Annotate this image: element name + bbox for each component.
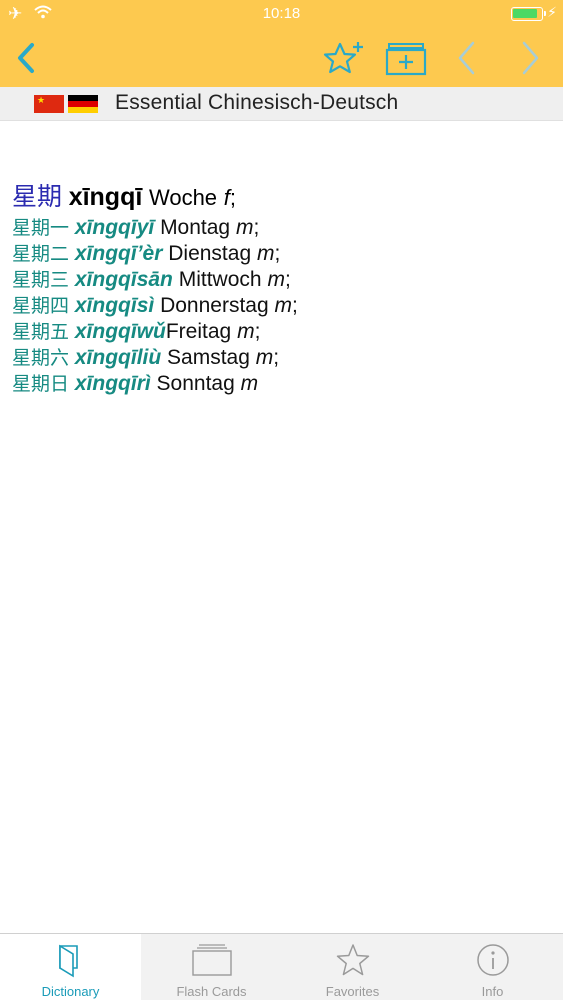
tab-flash-cards[interactable]: Flash Cards xyxy=(141,934,282,1000)
headword-pinyin: xīngqī xyxy=(68,183,143,211)
compound-pinyin: xīngqīyī xyxy=(74,216,155,239)
compound-punct: ; xyxy=(253,216,260,239)
compound-translation: Montag xyxy=(160,216,231,239)
headword-line: 星期 xīngqī Woche f; xyxy=(12,180,552,215)
compound-translation: Sonntag xyxy=(156,372,235,395)
compound-hanzi: 星期三 xyxy=(12,269,70,291)
compound-hanzi: 星期日 xyxy=(12,373,70,395)
compound-list: 星期一 xīngqīyī Montag m; 星期二 xīngqī’èr Die… xyxy=(12,215,552,397)
compound-punct: ; xyxy=(291,294,298,317)
compound-gender: m xyxy=(255,346,274,369)
add-flashcard-button[interactable] xyxy=(382,36,430,80)
compound-hanzi: 星期四 xyxy=(12,295,70,317)
compound-punct: ; xyxy=(273,346,280,369)
tab-bar: Dictionary Flash Cards Favorites Info xyxy=(0,933,563,1000)
compound-punct: ; xyxy=(274,242,281,265)
chevron-left-icon xyxy=(458,41,475,75)
cards-icon xyxy=(191,944,232,976)
dictionary-title: Essential Chinesisch-Deutsch xyxy=(115,91,399,114)
tab-label: Info xyxy=(481,984,504,999)
compound-gender: m xyxy=(240,372,259,395)
compound-entry: 星期日 xīngqīrì Sonntag m xyxy=(12,371,552,397)
tab-label: Dictionary xyxy=(41,984,100,999)
chevron-left-icon xyxy=(18,43,34,73)
compound-pinyin: xīngqī’èr xyxy=(74,242,163,265)
chevron-right-icon xyxy=(522,41,539,75)
compound-entry: 星期四 xīngqīsì Donnerstag m; xyxy=(12,293,552,319)
star-icon xyxy=(336,944,369,976)
compound-gender: m xyxy=(237,320,255,343)
compound-gender: m xyxy=(267,268,285,291)
compound-punct: ; xyxy=(284,268,291,291)
compound-entry: 星期五 xīngqīwǔFreitag m; xyxy=(12,319,552,345)
compound-pinyin: xīngqīsì xyxy=(74,294,155,317)
compound-translation: Dienstag xyxy=(168,242,252,265)
tab-dictionary[interactable]: Dictionary xyxy=(0,934,141,1000)
headword-hanzi: 星期 xyxy=(12,183,63,211)
compound-punct: ; xyxy=(254,320,261,343)
compound-pinyin: xīngqīliù xyxy=(74,346,162,369)
info-icon xyxy=(476,944,509,976)
compound-gender: m xyxy=(235,216,254,239)
compound-hanzi: 星期一 xyxy=(12,217,70,239)
status-bar: ✈ 10:18 ⚡ xyxy=(0,0,563,28)
compound-entry: 星期二 xīngqī’èr Dienstag m; xyxy=(12,241,552,267)
next-entry-button[interactable] xyxy=(506,36,554,80)
compound-hanzi: 星期二 xyxy=(12,243,70,265)
compound-pinyin: xīngqīsān xyxy=(74,268,173,291)
compound-entry: 星期三 xīngqīsān Mittwoch m; xyxy=(12,267,552,293)
status-time: 10:18 xyxy=(262,5,301,22)
compound-translation: Donnerstag xyxy=(160,294,269,317)
headword-punct: ; xyxy=(229,185,236,210)
tab-label: Favorites xyxy=(325,984,380,999)
compound-gender: m xyxy=(256,242,275,265)
compound-pinyin: xīngqīrì xyxy=(74,372,151,395)
tab-info[interactable]: Info xyxy=(422,934,563,1000)
previous-entry-button[interactable] xyxy=(443,36,491,80)
compound-pinyin: xīngqīwǔ xyxy=(74,320,166,343)
tab-label: Flash Cards xyxy=(176,984,247,999)
tab-favorites[interactable]: Favorites xyxy=(282,934,423,1000)
dictionary-bar: ★ Essential Chinesisch-Deutsch xyxy=(0,87,563,121)
compound-entry: 星期六 xīngqīliù Samstag m; xyxy=(12,345,552,371)
book-icon xyxy=(58,944,78,978)
entry-content: 星期 xīngqī Woche f; 星期一 xīngqīyī Montag m… xyxy=(12,180,552,397)
compound-translation: Samstag xyxy=(167,346,250,369)
star-plus-icon xyxy=(323,42,363,74)
back-button[interactable] xyxy=(2,36,50,80)
compound-entry: 星期一 xīngqīyī Montag m; xyxy=(12,215,552,241)
navigation-bar xyxy=(0,28,563,87)
battery-icon xyxy=(511,7,546,21)
compound-gender: m xyxy=(274,294,292,317)
compound-hanzi: 星期六 xyxy=(12,347,70,369)
headword-translation: Woche xyxy=(148,185,218,210)
compound-translation: Mittwoch xyxy=(178,268,262,291)
header-bar: ✈ 10:18 ⚡ xyxy=(0,0,563,87)
compound-hanzi: 星期五 xyxy=(12,321,70,343)
germany-flag-icon xyxy=(68,95,98,113)
compound-translation: Freitag xyxy=(165,320,232,343)
folder-plus-icon xyxy=(385,43,427,76)
china-flag-icon: ★ xyxy=(34,95,64,113)
charging-icon: ⚡ xyxy=(547,4,557,20)
add-favorite-button[interactable] xyxy=(320,36,368,80)
